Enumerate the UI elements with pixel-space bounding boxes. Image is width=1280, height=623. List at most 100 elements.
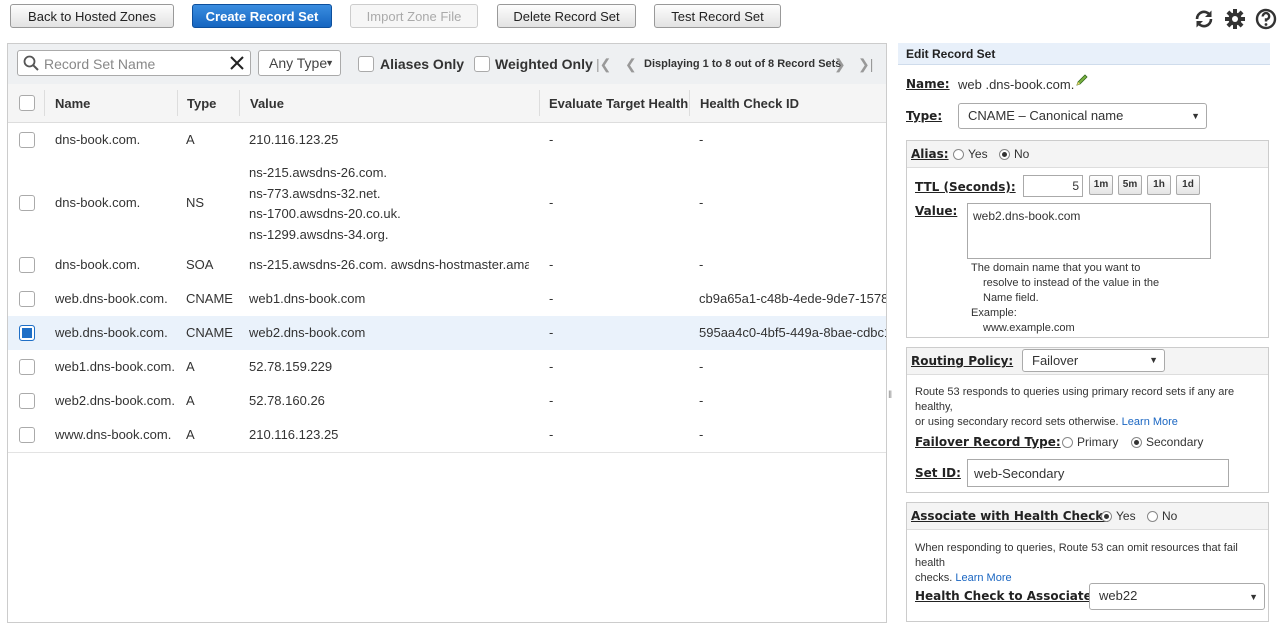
ttl-preset-buttons: 1m 5m 1h 1d — [1089, 175, 1209, 195]
chevron-down-icon: ▼ — [1191, 111, 1200, 121]
column-divider — [177, 90, 178, 116]
import-zone-file-button[interactable]: Import Zone File — [350, 4, 478, 28]
value-label: Value: — [915, 204, 958, 218]
row-checkbox[interactable] — [19, 132, 35, 148]
name-value: web .dns-book.com. — [958, 77, 1075, 92]
back-to-hosted-zones-button[interactable]: Back to Hosted Zones — [10, 4, 174, 28]
table-row[interactable]: www.dns-book.com. A 210.116.123.25 - - — [8, 418, 886, 453]
routing-learn-more-link[interactable]: Learn More — [1122, 416, 1178, 428]
type-label: Type: — [906, 109, 943, 123]
column-header-name[interactable]: Name — [55, 96, 90, 111]
table-row[interactable]: dns-book.com. SOA ns-215.awsdns-26.com. aw… — [8, 248, 886, 283]
alias-header: Alias: Yes No — [907, 141, 1268, 168]
routing-policy-select[interactable]: Failover ▼ — [1022, 349, 1165, 372]
record-type-cell: CNAME — [186, 291, 233, 306]
gear-icon[interactable] — [1224, 8, 1246, 30]
edit-record-set-title: Edit Record Set — [898, 43, 1270, 65]
routing-policy-panel: Routing Policy: Failover ▼ Route 53 resp… — [906, 347, 1269, 493]
column-divider — [689, 90, 690, 116]
row-checkbox[interactable] — [19, 359, 35, 375]
record-type-select[interactable]: CNAME – Canonical name ▼ — [958, 103, 1207, 129]
test-record-set-button[interactable]: Test Record Set — [654, 4, 781, 28]
associate-no-label: No — [1162, 509, 1178, 523]
create-record-set-button[interactable]: Create Record Set — [192, 4, 332, 28]
evaluate-target-health-cell: - — [549, 325, 554, 340]
table-row[interactable]: web1.dns-book.com. A 52.78.159.229 - - — [8, 350, 886, 385]
row-checkbox[interactable] — [19, 195, 35, 211]
column-header-health-check-id[interactable]: Health Check ID — [700, 96, 799, 111]
column-header-value[interactable]: Value — [250, 96, 284, 111]
first-page-icon[interactable]: |❮ — [596, 56, 611, 73]
evaluate-target-health-cell: - — [549, 195, 554, 210]
associate-yes-radio[interactable] — [1101, 511, 1112, 522]
record-type-cell: CNAME — [186, 325, 233, 340]
record-name-cell: dns-book.com. — [55, 132, 141, 147]
alias-ttl-value-panel: Alias: Yes No TTL (Seconds): 1m 5m 1h 1d… — [906, 140, 1269, 338]
health-check-value: web22 — [1099, 588, 1138, 603]
aliases-only-checkbox[interactable] — [358, 56, 374, 72]
record-name-cell: dns-book.com. — [55, 257, 141, 272]
value-help-text: The domain name that you want to resolve… — [971, 262, 1160, 334]
health-check-learn-more-link[interactable]: Learn More — [955, 572, 1011, 584]
table-row[interactable]: dns-book.com. NS ns-215.awsdns-26.com. ns-7… — [8, 157, 886, 249]
failover-secondary-radio[interactable] — [1131, 437, 1142, 448]
evaluate-target-health-cell: - — [549, 393, 554, 408]
last-page-icon[interactable]: ❯| — [858, 56, 873, 73]
record-sets-pane: Any Type ▼ Aliases Only Weighted Only |❮… — [7, 43, 887, 623]
row-checkbox[interactable] — [19, 393, 35, 409]
table-row[interactable]: web.dns-book.com. CNAME web1.dns-book.com -… — [8, 282, 887, 317]
table-row[interactable]: web2.dns-book.com. A 52.78.160.26 - - — [8, 384, 886, 419]
column-header-evaluate-target-health[interactable]: Evaluate Target Health — [549, 96, 688, 111]
record-type-cell: A — [186, 132, 195, 147]
record-type-cell: A — [186, 359, 195, 374]
record-value-cell: ns-773.awsdns-32.net. — [249, 185, 381, 201]
record-type-value: CNAME – Canonical name — [968, 108, 1124, 123]
row-checkbox[interactable] — [19, 257, 35, 273]
ttl-1m-button[interactable]: 1m — [1089, 175, 1113, 195]
record-name-cell: www.dns-book.com. — [55, 427, 172, 442]
record-value-cell: ns-1299.awsdns-34.org. — [249, 226, 389, 242]
pencil-icon[interactable] — [1075, 73, 1089, 87]
table-row[interactable]: web.dns-book.com. CNAME web2.dns-book.com -… — [8, 316, 886, 351]
select-all-checkbox[interactable] — [19, 95, 35, 111]
ttl-input[interactable] — [1023, 175, 1083, 197]
health-check-id-cell: - — [699, 132, 704, 147]
associate-no-radio[interactable] — [1147, 511, 1158, 522]
toolbar: Back to Hosted Zones Create Record Set I… — [0, 0, 1280, 40]
next-page-icon[interactable]: ❯ — [834, 56, 846, 73]
record-set-name-input[interactable] — [42, 54, 226, 74]
health-check-id-cell: cb9a65a1-c48b-4ede-9de7-1578a7 — [699, 291, 887, 306]
chevron-down-icon: ▼ — [1249, 592, 1258, 602]
failover-primary-label: Primary — [1077, 435, 1119, 449]
edit-record-set-panel: Edit Record Set Name: web .dns-book.com.… — [898, 43, 1278, 623]
alias-no-label: No — [1014, 147, 1030, 161]
row-checkbox[interactable] — [19, 427, 35, 443]
column-header-type[interactable]: Type — [187, 96, 216, 111]
row-checkbox[interactable] — [19, 291, 35, 307]
health-check-to-associate-label: Health Check to Associate: — [915, 589, 1097, 603]
weighted-only-checkbox[interactable] — [474, 56, 490, 72]
health-check-select[interactable]: web22 ▼ — [1089, 583, 1265, 610]
help-icon[interactable] — [1255, 8, 1277, 30]
clear-icon[interactable] — [230, 56, 244, 70]
value-textarea[interactable]: web2.dns-book.com — [967, 203, 1211, 259]
previous-page-icon[interactable]: ❮ — [625, 56, 637, 73]
evaluate-target-health-cell: - — [549, 257, 554, 272]
set-id-input[interactable] — [967, 459, 1229, 487]
alias-yes-radio[interactable] — [953, 149, 964, 160]
type-filter-value: Any Type — [269, 55, 328, 71]
ttl-1h-button[interactable]: 1h — [1147, 175, 1171, 195]
refresh-icon[interactable] — [1193, 8, 1215, 30]
type-filter-select[interactable]: Any Type ▼ — [258, 50, 341, 76]
failover-primary-radio[interactable] — [1062, 437, 1073, 448]
alias-no-radio[interactable] — [999, 149, 1010, 160]
ttl-1d-button[interactable]: 1d — [1176, 175, 1200, 195]
table-row[interactable]: dns-book.com. A 210.116.123.25 - - — [8, 123, 886, 158]
search-box[interactable] — [17, 50, 251, 76]
row-checkbox[interactable] — [19, 325, 35, 341]
associate-yes-label: Yes — [1116, 509, 1136, 523]
ttl-5m-button[interactable]: 5m — [1118, 175, 1142, 195]
pane-splitter-handle[interactable]: ‖ — [888, 390, 892, 401]
delete-record-set-button[interactable]: Delete Record Set — [497, 4, 636, 28]
search-icon — [23, 55, 39, 71]
